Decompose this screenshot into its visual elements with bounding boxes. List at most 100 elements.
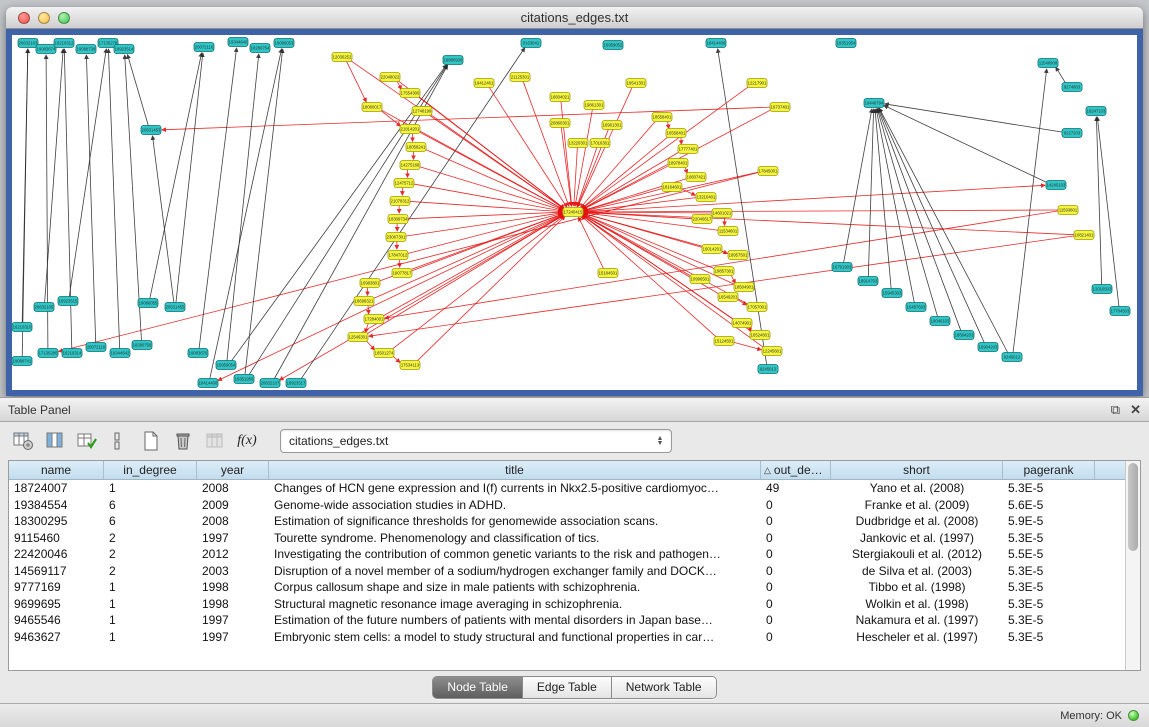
graph-node[interactable]: 18060017	[362, 103, 382, 112]
graph-node[interactable]: 14601021	[712, 209, 732, 218]
graph-node[interactable]: 15945303	[882, 289, 902, 298]
table-cell[interactable]: 1	[104, 630, 197, 644]
table-cell[interactable]: 49	[761, 481, 831, 495]
graph-node[interactable]: 8163041	[521, 39, 541, 48]
graph-node[interactable]: 18978401	[668, 159, 688, 168]
graph-node[interactable]: 13210401	[696, 193, 716, 202]
table-cell[interactable]: 2003	[197, 564, 269, 578]
table-cell[interactable]: 6	[104, 514, 197, 528]
table-cell[interactable]: 0	[761, 498, 831, 512]
graph-node[interactable]: 12475712	[394, 179, 414, 188]
select-columns-button[interactable]	[74, 428, 100, 454]
table-row[interactable]: 977716911998Corpus callosum shape and si…	[9, 579, 1125, 596]
table-cell[interactable]: Franke et al. (2009)	[831, 498, 1003, 512]
table-row[interactable]: 2242004622012Investigating the contribut…	[9, 546, 1125, 563]
column-header-title[interactable]: title	[269, 461, 761, 479]
graph-node[interactable]: 19046103	[930, 317, 950, 326]
graph-node[interactable]: 11548908	[1038, 59, 1058, 68]
table-cell[interactable]: 1	[104, 613, 197, 627]
tab-network-table[interactable]: Network Table	[612, 677, 716, 698]
table-cell[interactable]: 0	[761, 613, 831, 627]
graph-node[interactable]: 17847012	[388, 251, 408, 260]
table-cell[interactable]: 5.3E-5	[1003, 531, 1095, 545]
table-cell[interactable]: 9699695	[9, 597, 104, 611]
graph-node[interactable]: 14245103	[1046, 181, 1066, 190]
table-cell[interactable]: 5.3E-5	[1003, 580, 1095, 594]
graph-node[interactable]: 16210310	[12, 323, 32, 332]
graph-node[interactable]: 10996501	[690, 275, 710, 284]
table-cell[interactable]: 1997	[197, 630, 269, 644]
table-cell[interactable]: 0	[761, 580, 831, 594]
graph-node[interactable]: 20632103	[18, 39, 38, 48]
table-cell[interactable]: 2	[104, 531, 197, 545]
graph-node[interactable]: 17284001	[364, 315, 384, 324]
graph-node[interactable]: 19088741	[12, 357, 32, 366]
zoom-window-button[interactable]	[58, 12, 70, 24]
table-cell[interactable]: 1997	[197, 613, 269, 627]
table-cell[interactable]: 9777169	[9, 580, 104, 594]
table-row[interactable]: 1872400712008Changes of HCN gene express…	[9, 480, 1125, 497]
graph-node[interactable]: 17240415	[563, 208, 583, 217]
graph-node[interactable]: 18280754	[250, 44, 270, 53]
graph-node[interactable]: 19412461	[474, 79, 494, 88]
graph-node[interactable]: 16210312	[54, 39, 74, 48]
graph-node[interactable]: 10607421	[686, 173, 706, 182]
table-row[interactable]: 1938455462009Genome-wide association stu…	[9, 497, 1125, 514]
graph-node[interactable]: 12217901	[747, 79, 767, 88]
column-header-name[interactable]: name	[9, 461, 104, 479]
graph-node[interactable]: 13220301	[568, 139, 588, 148]
scrollbar-thumb[interactable]	[1128, 463, 1138, 551]
graph-node[interactable]: 9245013	[758, 365, 778, 374]
graph-node[interactable]: 16549201	[718, 293, 738, 302]
graph-node[interactable]: 18164601	[662, 183, 682, 192]
graph-node[interactable]: 18914703	[858, 277, 878, 286]
table-cell[interactable]: 5.3E-5	[1003, 613, 1095, 627]
table-source-dropdown[interactable]: citations_edges.txt ▲ ▼	[280, 429, 672, 453]
table-cell[interactable]: 2008	[197, 514, 269, 528]
table-cell[interactable]: 1	[104, 597, 197, 611]
graph-node[interactable]: 12748199	[412, 107, 432, 116]
minimize-window-button[interactable]	[38, 12, 50, 24]
graph-node[interactable]: 20860301	[550, 119, 570, 128]
graph-node[interactable]: 18414408	[198, 379, 218, 388]
table-row[interactable]: 946554611997Estimation of the future num…	[9, 612, 1125, 629]
graph-node[interactable]: 10821401	[1074, 231, 1094, 240]
graph-node[interactable]: 18957501	[728, 251, 748, 260]
network-canvas[interactable]: 2063210319083674162103121908873917135278…	[12, 35, 1137, 390]
graph-node[interactable]: 18309734	[388, 215, 408, 224]
table-cell[interactable]: 2012	[197, 547, 269, 561]
close-window-button[interactable]	[18, 12, 30, 24]
table-cell[interactable]: 2009	[197, 498, 269, 512]
new-file-button[interactable]	[138, 428, 164, 454]
graph-node[interactable]: 16487603	[906, 303, 926, 312]
graph-node[interactable]: 19077817	[392, 269, 412, 278]
table-cell[interactable]: Structural magnetic resonance image aver…	[269, 597, 761, 611]
graph-node[interactable]: 18694203	[954, 331, 974, 340]
graph-node[interactable]: 19344640	[228, 38, 248, 47]
import-table-button[interactable]	[202, 428, 228, 454]
table-cell[interactable]: 14569117	[9, 564, 104, 578]
table-cell[interactable]: Corpus callosum shape and size in male p…	[269, 580, 761, 594]
table-cell[interactable]: Yano et al. (2008)	[831, 481, 1003, 495]
table-cell[interactable]: Jankovic et al. (1997)	[831, 531, 1003, 545]
table-cell[interactable]: 9463627	[9, 630, 104, 644]
table-cell[interactable]: 9465546	[9, 613, 104, 627]
float-panel-icon[interactable]: ⧉	[1111, 403, 1120, 416]
table-cell[interactable]: Hescheler et al. (1997)	[831, 630, 1003, 644]
table-cell[interactable]: 0	[761, 514, 831, 528]
graph-node[interactable]: 21814201	[400, 125, 420, 134]
graph-node[interactable]: 20531453	[141, 126, 161, 135]
table-row[interactable]: 946362711997Embryonic stem cells: a mode…	[9, 629, 1125, 646]
table-cell[interactable]: 5.6E-5	[1003, 498, 1095, 512]
table-cell[interactable]: Estimation of the future numbers of pati…	[269, 613, 761, 627]
graph-node[interactable]: 18280756	[132, 341, 152, 350]
graph-node[interactable]: 17057001	[747, 303, 767, 312]
graph-node[interactable]: 17135280	[38, 349, 58, 358]
graph-node[interactable]: 16501274	[374, 349, 394, 358]
column-header-pagerank[interactable]: pagerank	[1003, 461, 1095, 479]
table-cell[interactable]: 0	[761, 547, 831, 561]
close-panel-icon[interactable]: ✕	[1130, 403, 1141, 416]
graph-node[interactable]: 19737401	[770, 103, 790, 112]
graph-node[interactable]: 18698321	[354, 297, 374, 306]
table-row[interactable]: 1830029562008Estimation of significance …	[9, 513, 1125, 530]
